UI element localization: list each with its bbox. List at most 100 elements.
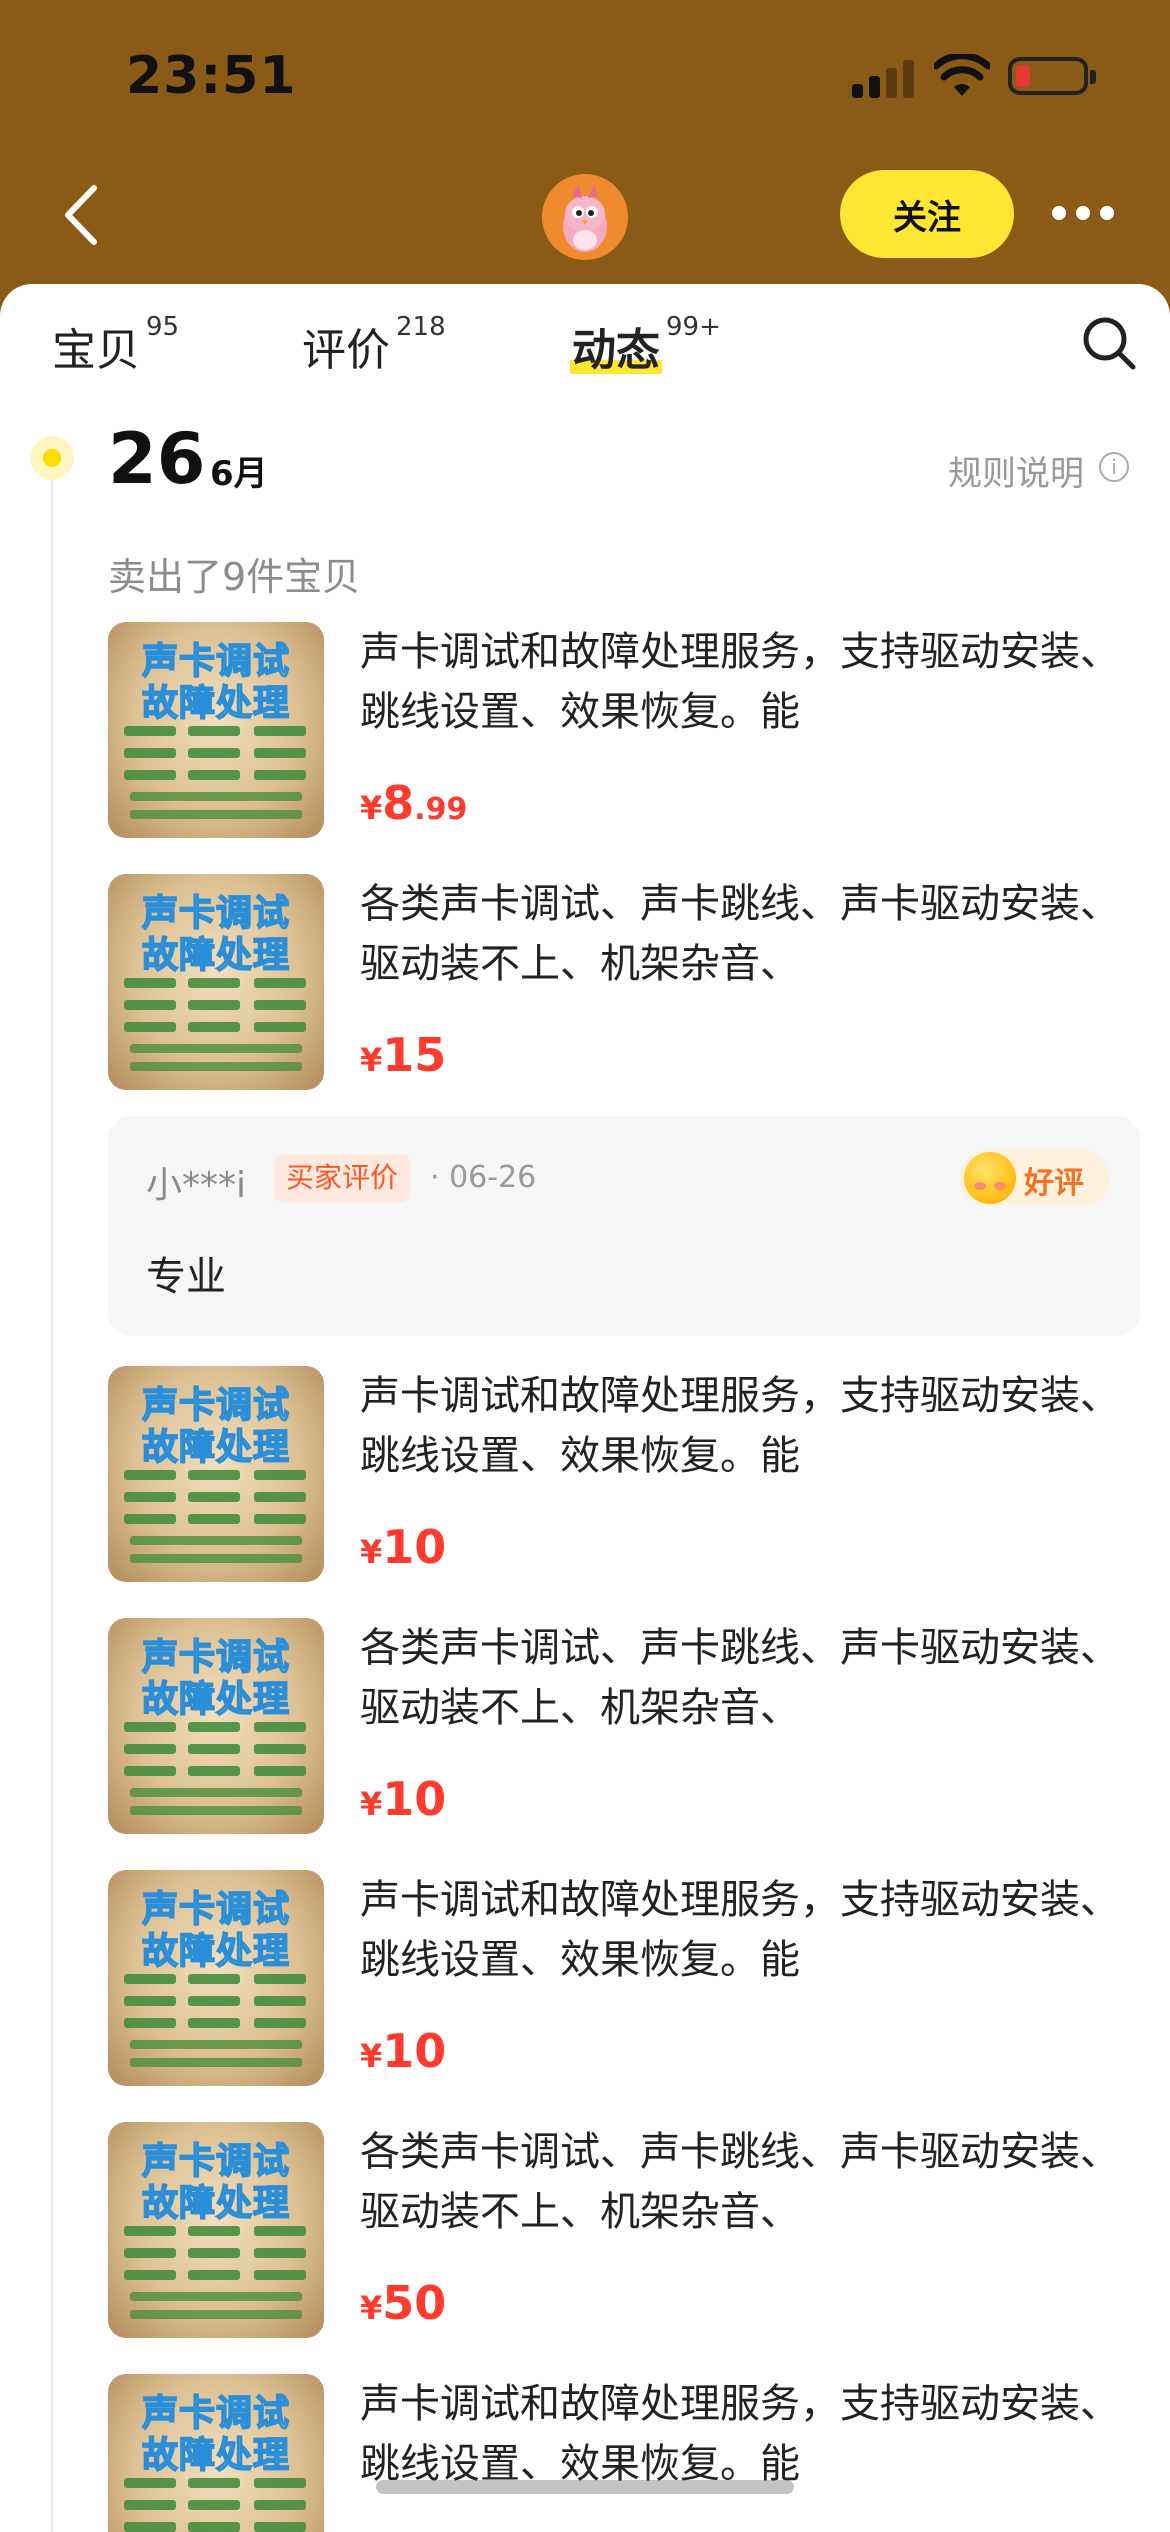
thumbnail-decoration — [124, 1470, 308, 1482]
status-bar: 23:51 — [0, 0, 1170, 150]
thumbnail-decoration — [130, 2310, 302, 2319]
rules-link[interactable]: 规则说明 — [948, 446, 1084, 495]
battery-icon — [1008, 57, 1088, 95]
thumbnail-text: 故障处理 — [141, 934, 290, 977]
thumbnail-decoration — [124, 1000, 308, 1012]
product-item[interactable]: 声卡调试 故障处理 各类声卡调试、声卡跳线、声卡驱动安装、驱动装不上、机架杂音、 ¥5… — [108, 2122, 1138, 2338]
tab-products[interactable]: 宝贝 95 — [52, 312, 180, 378]
tab-count: 99+ — [666, 312, 721, 342]
thumbnail-decoration — [130, 1062, 302, 1071]
search-icon[interactable] — [1080, 314, 1138, 372]
product-thumbnail: 声卡调试 故障处理 — [108, 1366, 324, 1582]
bird-avatar-icon — [542, 174, 628, 260]
more-options-icon[interactable] — [1052, 200, 1116, 226]
product-price: ¥8.99 — [360, 776, 467, 830]
thumbnail-decoration — [124, 726, 308, 738]
tab-label: 评价 — [302, 325, 390, 376]
tab-reviews[interactable]: 评价 218 — [302, 312, 446, 378]
product-thumbnail: 声卡调试 故障处理 — [108, 622, 324, 838]
thumbnail-decoration — [130, 2058, 302, 2067]
tab-label: 动态 — [572, 325, 660, 376]
thumbnail-decoration — [124, 1996, 308, 2008]
thumbnail-text: 故障处理 — [141, 1426, 290, 1469]
reviewer-name: 小***i — [146, 1165, 247, 1206]
thumbnail-decoration — [130, 1536, 302, 1545]
tab-count: 218 — [396, 312, 446, 342]
tab-count: 95 — [146, 312, 180, 342]
thumbnail-text: 故障处理 — [141, 1678, 290, 1721]
product-title[interactable]: 各类声卡调试、声卡跳线、声卡驱动安装、驱动装不上、机架杂音、 — [360, 1618, 1120, 1738]
thumbnail-text: 故障处理 — [141, 682, 290, 725]
thumbnail-decoration — [124, 978, 308, 990]
product-price: ¥10 — [360, 1772, 446, 1826]
tab-label: 宝贝 — [52, 325, 140, 376]
price-integer: 10 — [382, 1772, 447, 1826]
price-decimal: .99 — [414, 792, 468, 827]
product-item[interactable]: 声卡调试 故障处理 各类声卡调试、声卡跳线、声卡驱动安装、驱动装不上、机架杂音、 ¥1… — [108, 1618, 1138, 1834]
product-price: ¥10 — [360, 2024, 446, 2078]
product-title[interactable]: 各类声卡调试、声卡跳线、声卡驱动安装、驱动装不上、机架杂音、 — [360, 874, 1120, 994]
product-price: ¥15 — [360, 1028, 446, 1082]
follow-button[interactable]: 关注 — [840, 170, 1014, 258]
thumbnail-text: 故障处理 — [141, 1930, 290, 1973]
thumbnail-decoration — [130, 1044, 302, 1053]
thumbnail-decoration — [124, 2478, 308, 2490]
date-day: 26 — [108, 418, 206, 500]
timeline-line — [51, 474, 53, 2532]
timeline-dot — [30, 436, 74, 480]
product-price: ¥50 — [360, 2276, 446, 2330]
product-item[interactable]: 声卡调试 故障处理 声卡调试和故障处理服务，支持驱动安装、跳线设置、效果恢复。能 ¥1… — [108, 1870, 1138, 2086]
price-currency: ¥ — [360, 2289, 383, 2327]
thumbnail-decoration — [124, 2500, 308, 2512]
thumbnail-decoration — [124, 2248, 308, 2260]
back-arrow-icon[interactable] — [56, 180, 106, 250]
product-thumbnail: 声卡调试 故障处理 — [108, 2374, 324, 2532]
product-item[interactable]: 声卡调试 故障处理 声卡调试和故障处理服务，支持驱动安装、跳线设置、效果恢复。能 ¥8… — [108, 622, 1138, 838]
thumbnail-decoration — [124, 1722, 308, 1734]
wifi-icon — [934, 54, 990, 96]
thumbnail-decoration — [124, 1766, 308, 1778]
sold-summary: 卖出了9件宝贝 — [108, 555, 361, 599]
price-integer: 10 — [382, 2024, 447, 2078]
thumbnail-decoration — [124, 1974, 308, 1986]
product-title[interactable]: 声卡调试和故障处理服务，支持驱动安装、跳线设置、效果恢复。能 — [360, 1366, 1120, 1486]
price-currency: ¥ — [360, 789, 383, 827]
price-integer: 8 — [382, 776, 415, 830]
product-title[interactable]: 各类声卡调试、声卡跳线、声卡驱动安装、驱动装不上、机架杂音、 — [360, 2122, 1120, 2242]
info-icon[interactable]: i — [1099, 452, 1129, 482]
thumbnail-decoration — [130, 1806, 302, 1815]
thumbnail-decoration — [124, 770, 308, 782]
cellular-signal-icon — [852, 56, 916, 98]
product-price: ¥10 — [360, 1520, 446, 1574]
thumbnail-decoration — [130, 810, 302, 819]
price-integer: 50 — [382, 2276, 447, 2330]
thumbnail-decoration — [124, 2270, 308, 2282]
thumbnail-decoration — [130, 2292, 302, 2301]
product-title[interactable]: 声卡调试和故障处理服务，支持驱动安装、跳线设置、效果恢复。能 — [360, 2374, 1120, 2494]
shop-nav-bar: 关注 — [0, 150, 1170, 285]
product-thumbnail: 声卡调试 故障处理 — [108, 1870, 324, 2086]
thumbnail-decoration — [130, 792, 302, 801]
product-title[interactable]: 声卡调试和故障处理服务，支持驱动安装、跳线设置、效果恢复。能 — [360, 1870, 1120, 1990]
date-month: 6月 — [210, 454, 268, 494]
product-item[interactable]: 声卡调试 故障处理 各类声卡调试、声卡跳线、声卡驱动安装、驱动装不上、机架杂音、 ¥1… — [108, 874, 1138, 1090]
product-thumbnail: 声卡调试 故障处理 — [108, 874, 324, 1090]
price-integer: 15 — [382, 1028, 447, 1082]
thumbnail-decoration — [130, 1788, 302, 1797]
thumbnail-decoration — [124, 2226, 308, 2238]
product-item[interactable]: 声卡调试 故障处理 声卡调试和故障处理服务，支持驱动安装、跳线设置、效果恢复。能 ¥1… — [108, 1366, 1138, 1582]
rating-label: 好评 — [1024, 1166, 1084, 1201]
tab-activity[interactable]: 动态 99+ — [572, 312, 721, 378]
thumbnail-decoration — [130, 1554, 302, 1563]
price-currency: ¥ — [360, 1785, 383, 1823]
review-text: 专业 — [146, 1254, 226, 1300]
review-card[interactable]: 小***i 买家评价 · 06-26 好评 专业 — [108, 1116, 1140, 1336]
shop-avatar[interactable] — [542, 174, 628, 260]
thumbnail-decoration — [124, 1514, 308, 1526]
thumbnail-decoration — [124, 1492, 308, 1504]
product-title[interactable]: 声卡调试和故障处理服务，支持驱动安装、跳线设置、效果恢复。能 — [360, 622, 1120, 742]
product-item[interactable]: 声卡调试 故障处理 声卡调试和故障处理服务，支持驱动安装、跳线设置、效果恢复。能 — [108, 2374, 1138, 2532]
price-currency: ¥ — [360, 1533, 383, 1571]
thumbnail-decoration — [124, 748, 308, 760]
review-date: · 06-26 — [430, 1160, 537, 1195]
